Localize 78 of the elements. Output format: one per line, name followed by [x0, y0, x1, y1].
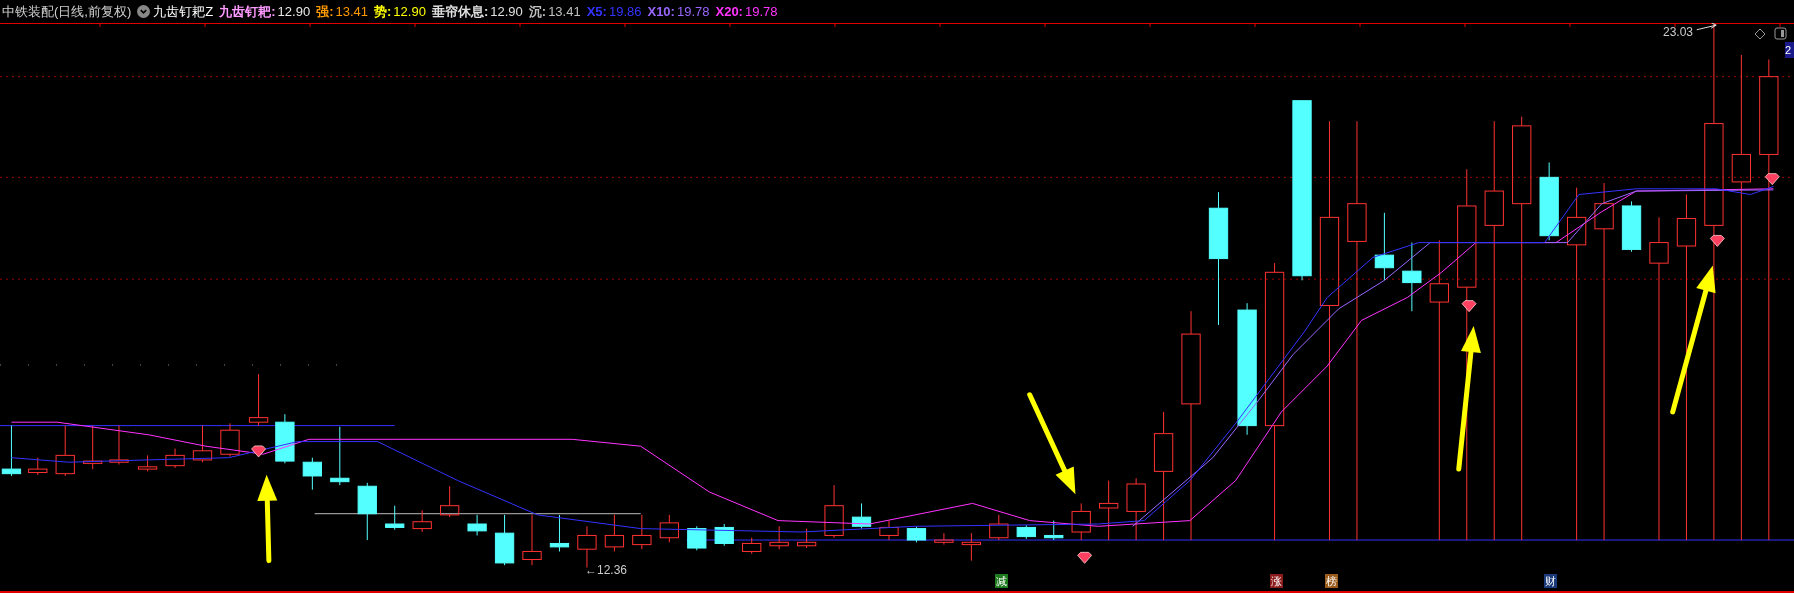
- candlestick: [961, 532, 981, 562]
- indicator-selector[interactable]: 九齿钉耙Z: [137, 1, 214, 22]
- candlestick: [1402, 242, 1422, 312]
- candlestick: [522, 514, 542, 566]
- candlestick: [742, 537, 762, 555]
- candlestick: [769, 525, 789, 550]
- legend-label: X10:: [647, 2, 675, 21]
- legend-label: X20:: [715, 2, 743, 21]
- candlestick: [1126, 477, 1146, 541]
- candlestick: [302, 457, 322, 491]
- gem-icon: [1461, 300, 1477, 313]
- candlestick: [1071, 502, 1091, 541]
- legend-value: 19.78: [744, 2, 778, 21]
- panel-icon[interactable]: [1774, 27, 1787, 40]
- signal-tag: 榜: [1324, 574, 1338, 588]
- candlestick: [796, 528, 817, 549]
- legend-value: 12.90: [490, 2, 523, 21]
- candlestick: [494, 514, 515, 566]
- candlestick: [1044, 520, 1064, 541]
- candlestick: [934, 532, 954, 546]
- legend-value: 19.78: [676, 2, 710, 21]
- candlestick: [632, 514, 652, 550]
- candlestick: [1621, 200, 1642, 253]
- price-label: 23.03: [1663, 24, 1694, 41]
- candlestick: [192, 425, 213, 463]
- side-badge: 2: [1785, 42, 1794, 58]
- candlestick: [1374, 212, 1395, 281]
- gem-icon: [1764, 173, 1780, 186]
- candlestick: [83, 425, 103, 470]
- legend-label: 垂帘休息:: [431, 2, 489, 21]
- candlestick: [851, 502, 872, 530]
- candlestick: [1099, 480, 1119, 541]
- candlestick: [989, 514, 1009, 541]
- candlestick: [165, 448, 185, 469]
- candlestick: [659, 514, 679, 543]
- candlestick: [906, 525, 927, 543]
- legend-label: X5:: [586, 2, 607, 21]
- arrow-drawing: [1696, 23, 1717, 31]
- price-label: ←12.36: [585, 562, 628, 579]
- candlestick: [687, 525, 707, 551]
- legend-value: 13.41: [548, 2, 581, 21]
- candlestick: [28, 457, 48, 476]
- legend-value: 13.41: [335, 2, 368, 21]
- signal-tag: 涨: [1269, 574, 1283, 588]
- candlestick: [1016, 524, 1036, 540]
- signal-tag: 减: [995, 574, 1009, 588]
- signal-tag: 财: [1544, 574, 1558, 588]
- gem-icon: [1077, 551, 1093, 564]
- candlestick: [55, 425, 75, 477]
- candlestick: [714, 523, 734, 547]
- gem-icon: [1709, 235, 1725, 247]
- candlestick: [824, 484, 844, 539]
- stock-title: 中铁装配(日线,前复权): [2, 2, 132, 21]
- candlestick: [549, 514, 570, 552]
- legend-label: 势:: [374, 2, 392, 21]
- legend-label: 强:: [316, 2, 334, 21]
- legend-value: 19.86: [608, 2, 642, 21]
- candlestick: [385, 505, 405, 531]
- candlestick: [220, 422, 240, 457]
- candlestick: [137, 454, 158, 472]
- candlestick: [1, 425, 22, 477]
- legend-value: 12.90: [393, 2, 426, 21]
- diamond-icon[interactable]: [1754, 28, 1766, 40]
- candlestick: [467, 514, 487, 536]
- legend-label: 沉:: [528, 2, 547, 21]
- gem-icon: [251, 445, 266, 458]
- candlestick: [109, 425, 129, 465]
- candlestick: [879, 520, 899, 541]
- candlestick: [357, 482, 377, 541]
- chevron-icon: [137, 5, 151, 18]
- legend-value: 12.90: [277, 2, 311, 21]
- legend-label: 九齿钉耙:: [219, 2, 276, 21]
- candlestick: [248, 373, 269, 427]
- candlestick: [440, 485, 460, 518]
- candlestick: [412, 509, 432, 533]
- candlestick: [275, 413, 295, 464]
- candlestick: [330, 426, 350, 486]
- candlestick: [604, 514, 625, 552]
